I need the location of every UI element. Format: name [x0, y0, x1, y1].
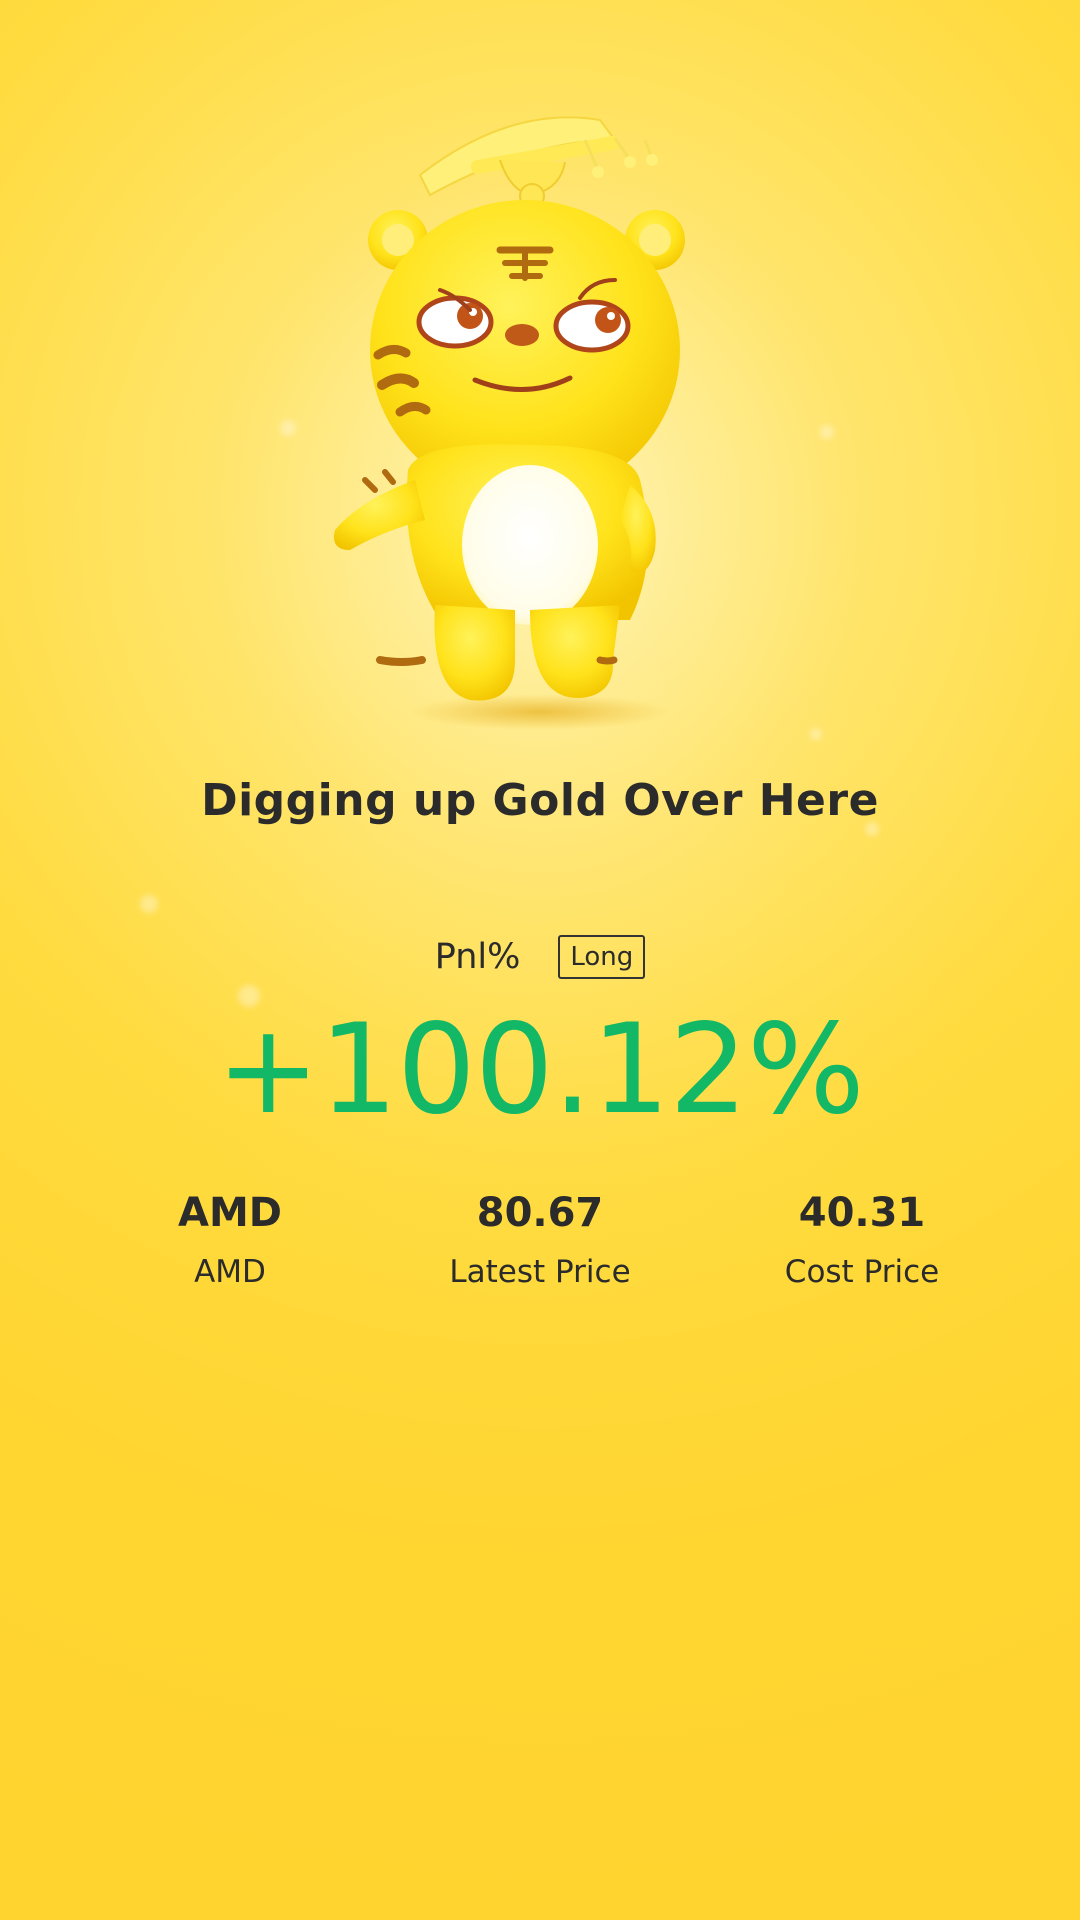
stat-latest-price: 80.67 Latest Price	[360, 1190, 720, 1290]
sparkle	[280, 420, 296, 436]
position-badge: Long	[558, 935, 646, 979]
stat-symbol: AMD AMD	[50, 1190, 410, 1290]
sparkle	[810, 728, 822, 740]
stat-cost-price: 40.31 Cost Price	[682, 1190, 1042, 1290]
cost-price-value: 40.31	[798, 1190, 926, 1236]
headline: Digging up Gold Over Here	[201, 775, 879, 826]
tiger-mascot-icon	[334, 116, 685, 730]
share-card: { "headline": "Digging up Gold Over Here…	[0, 0, 1080, 1920]
latest-price-value: 80.67	[476, 1190, 604, 1236]
pnl-label: Pnl%	[434, 937, 521, 977]
cost-price-label: Cost Price	[784, 1254, 940, 1290]
stats-row: AMD AMD 80.67 Latest Price 40.31 Cost Pr…	[0, 1190, 1080, 1290]
latest-price-label: Latest Price	[449, 1254, 631, 1290]
sparkle	[140, 895, 158, 913]
pnl-header: Pnl% Long	[0, 935, 1080, 979]
sparkle	[820, 425, 834, 439]
symbol-value: AMD	[178, 1190, 282, 1236]
pnl-value: +100.12%	[216, 998, 865, 1142]
symbol-label: AMD	[194, 1254, 266, 1290]
